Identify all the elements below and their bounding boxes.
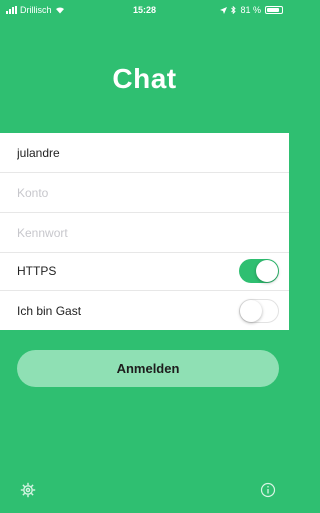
https-label: HTTPS [17, 263, 57, 278]
gear-icon[interactable] [20, 482, 36, 498]
app-title: Chat [112, 63, 177, 94]
status-bar: Drillisch 15:28 81 % [0, 0, 289, 20]
status-right: 81 % [220, 5, 283, 15]
toggle-knob [240, 300, 262, 322]
account-row [0, 173, 289, 213]
bluetooth-icon [231, 6, 237, 14]
username-field[interactable] [17, 145, 279, 160]
https-toggle[interactable] [239, 258, 279, 283]
location-icon [220, 6, 228, 14]
guest-label: Ich bin Gast [17, 304, 82, 318]
info-icon[interactable] [260, 482, 276, 498]
login-form: HTTPS Ich bin Gast [0, 133, 289, 330]
guest-row: Ich bin Gast [0, 291, 289, 331]
battery-percent: 81 % [240, 5, 261, 15]
username-row [0, 133, 289, 173]
login-button[interactable]: Anmelden [17, 350, 279, 387]
password-row [0, 213, 289, 253]
account-field[interactable] [17, 185, 279, 200]
password-field[interactable] [17, 225, 279, 240]
toggle-knob [256, 259, 278, 282]
guest-toggle[interactable] [239, 299, 279, 323]
battery-icon [265, 6, 283, 14]
https-row: HTTPS [0, 251, 289, 291]
